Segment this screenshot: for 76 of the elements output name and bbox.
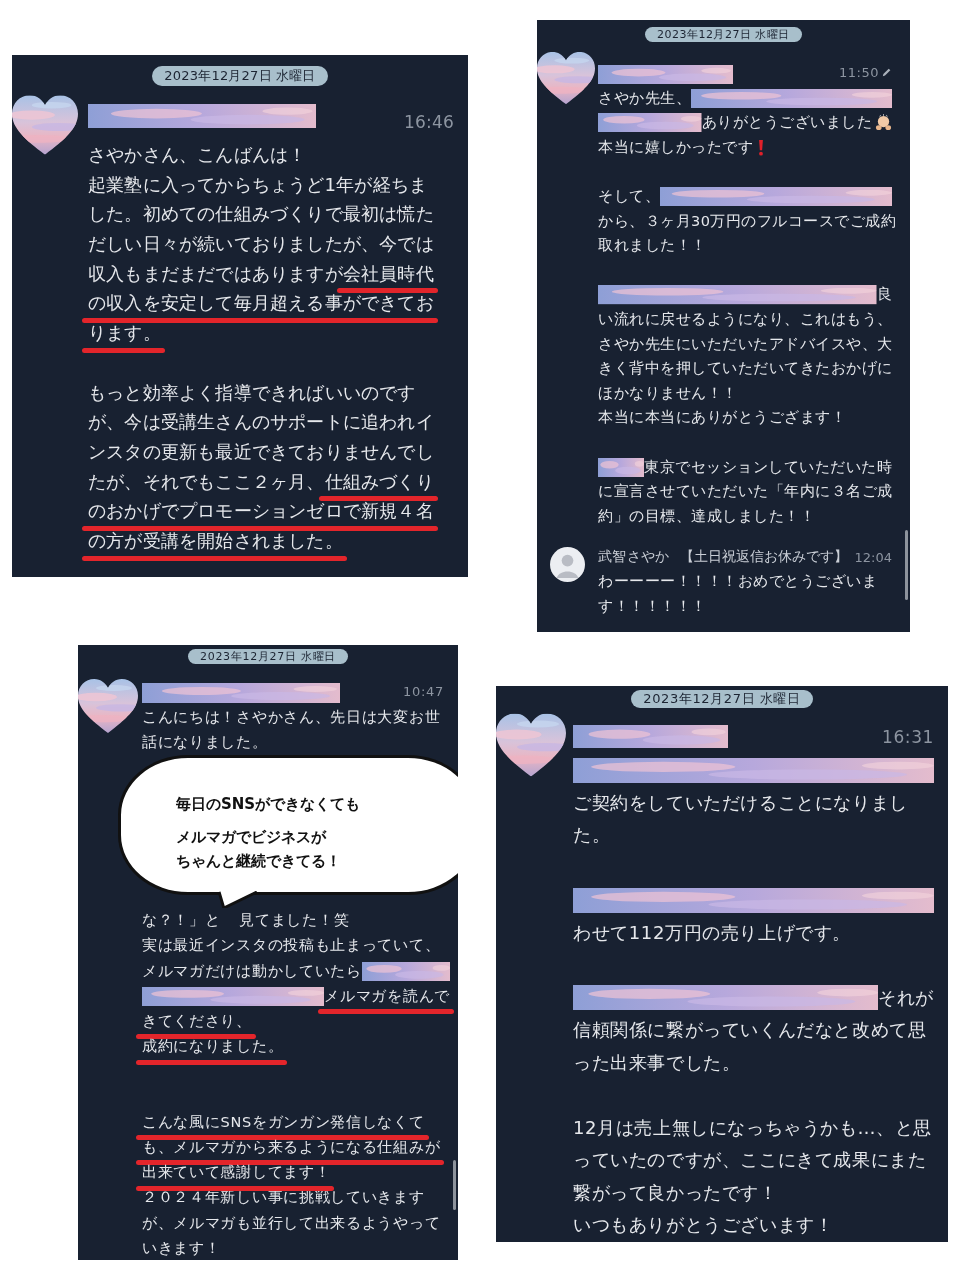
message-text: きく背中を押していただいてきたおかげに	[598, 360, 893, 378]
message-time: 12:04	[854, 549, 892, 565]
message-text: った出来事でした。	[573, 1051, 741, 1074]
date-label: 2023年12月27日 水曜日	[631, 690, 813, 708]
message-text: 起業塾に入ってからちょうど1年が経ちま	[88, 173, 428, 196]
message-text: っていたのですが、ここにきて成果にまた	[573, 1149, 927, 1172]
callout-text: ちゃんと継続できてる！	[176, 851, 342, 873]
message-text: 本当に本当にありがとうござます！	[598, 409, 846, 427]
message-text: いきます！	[142, 1239, 221, 1258]
callout-text: メルマガでビジネスが	[176, 827, 328, 849]
status-text: 【土日祝返信お休みです】	[679, 548, 848, 567]
message-text: ありがとうございました	[701, 114, 872, 132]
message-text: の収入を安定して毎月超える事ができてお	[88, 292, 434, 315]
message-text: ほかなりません！！	[598, 384, 738, 403]
message-text: わーーーー！！！！おめでとうございま	[598, 573, 877, 591]
message-text: 実は最近インスタの投稿も止まっていて、	[142, 937, 441, 955]
message-text: 約」の目標、達成しました！！	[598, 507, 815, 526]
message-text: ります。	[88, 322, 161, 344]
message-text: さやか先生にいただいたアドバイスや、大	[598, 335, 893, 353]
date-label: 2023年12月27日 水曜日	[188, 649, 348, 664]
message-text: ンスタの更新も最近できておりませんでし	[88, 440, 434, 463]
date-label: 2023年12月27日 水曜日	[152, 66, 328, 86]
message-text: わせて112万円の売り上げです。	[573, 921, 851, 944]
message-text: そして、	[598, 187, 660, 206]
message-text: 出来ていて感謝してます！	[142, 1164, 331, 1182]
message-text: たが、それでもここ２ヶ月、	[88, 470, 325, 493]
date-label: 2023年12月27日 水曜日	[645, 27, 802, 42]
message-text: メルマガを読んで	[324, 987, 450, 1006]
message-text: 取れました！！	[598, 237, 707, 255]
callout-text: 毎日のSNSができなくても	[176, 794, 362, 816]
message-text: が、メルマガも並行して出来るようやって	[142, 1214, 441, 1232]
message-text: もっと効率よく指導できればいいのです	[88, 381, 416, 404]
message-text: 信頼関係に繋がっていくんだなと改めて思	[573, 1019, 927, 1042]
message-text: な？！」と	[142, 912, 221, 930]
message-text: 見てました！笑	[239, 912, 350, 930]
message-text: 東京でセッションしていただいた時	[644, 458, 892, 476]
message-text: 仕組みづくり	[324, 470, 434, 493]
message-text: 繋がって良かったです！	[573, 1181, 778, 1204]
message-text: 話になりました。	[142, 734, 268, 752]
pencil-icon	[881, 67, 892, 78]
message-text: す！！！！！！	[598, 597, 707, 616]
message-text: こんにちは！さやかさん、先日は大変お世	[142, 708, 441, 727]
message-text: も、メルマガから来るようになる仕組みが	[142, 1138, 441, 1157]
message-text: の方が受講を開始されました。	[88, 530, 343, 552]
message-text: 本当に嬉しかったです	[598, 138, 753, 157]
message-text: 良	[876, 286, 892, 304]
message-text: い流れに戻せるようになり、これはもう、	[598, 310, 893, 329]
emoji-icon	[875, 114, 892, 132]
message-text: 収入もまだまだではありますが	[88, 262, 343, 285]
message-text: さやかさん、こんばんは！	[88, 144, 307, 166]
message-text: それが	[878, 986, 934, 1009]
message-time: 10:47	[403, 684, 444, 699]
avatar	[550, 546, 585, 582]
scrollbar[interactable]	[905, 530, 908, 600]
message-text: だしい日々が続いておりましたが、今では	[88, 233, 434, 255]
message-time: 16:31	[882, 727, 934, 747]
message-text: した。初めての仕組みづくりで最初は慌た	[88, 203, 434, 225]
message-text: に宣言させていただいた「年内に３名ご成	[598, 483, 893, 501]
message-text: から、３ヶ月30万円のフルコースでご成約	[598, 212, 897, 230]
message-text: 会社員時代	[342, 262, 434, 285]
message-text: ご契約をしていただけることになりまし	[573, 791, 908, 814]
message-text: た。	[573, 824, 611, 847]
message-text: 成約になりました。	[142, 1038, 284, 1056]
message-text: 12月は売上無しになっちゃうかも…、と思	[573, 1116, 932, 1139]
message-text: さやか先生、	[598, 89, 691, 107]
sender-name: 武智さやか	[598, 548, 670, 567]
message-text: のおかげでプロモーションゼロで新規４名	[88, 500, 434, 522]
message-text: メルマガだけは動かしていたら	[142, 962, 362, 981]
message-text: が、今は受講生さんのサポートに追われイ	[88, 411, 434, 433]
message-text: きてくださり、	[142, 1013, 252, 1031]
message-time: 11:50	[839, 65, 879, 80]
message-time: 16:46	[404, 112, 454, 132]
exclamation-icon	[757, 139, 765, 156]
message-text: いつもありがとうございます！	[573, 1214, 834, 1237]
scrollbar[interactable]	[453, 1160, 456, 1210]
message-text: こんな風にSNSをガンガン発信しなくて	[142, 1113, 425, 1132]
